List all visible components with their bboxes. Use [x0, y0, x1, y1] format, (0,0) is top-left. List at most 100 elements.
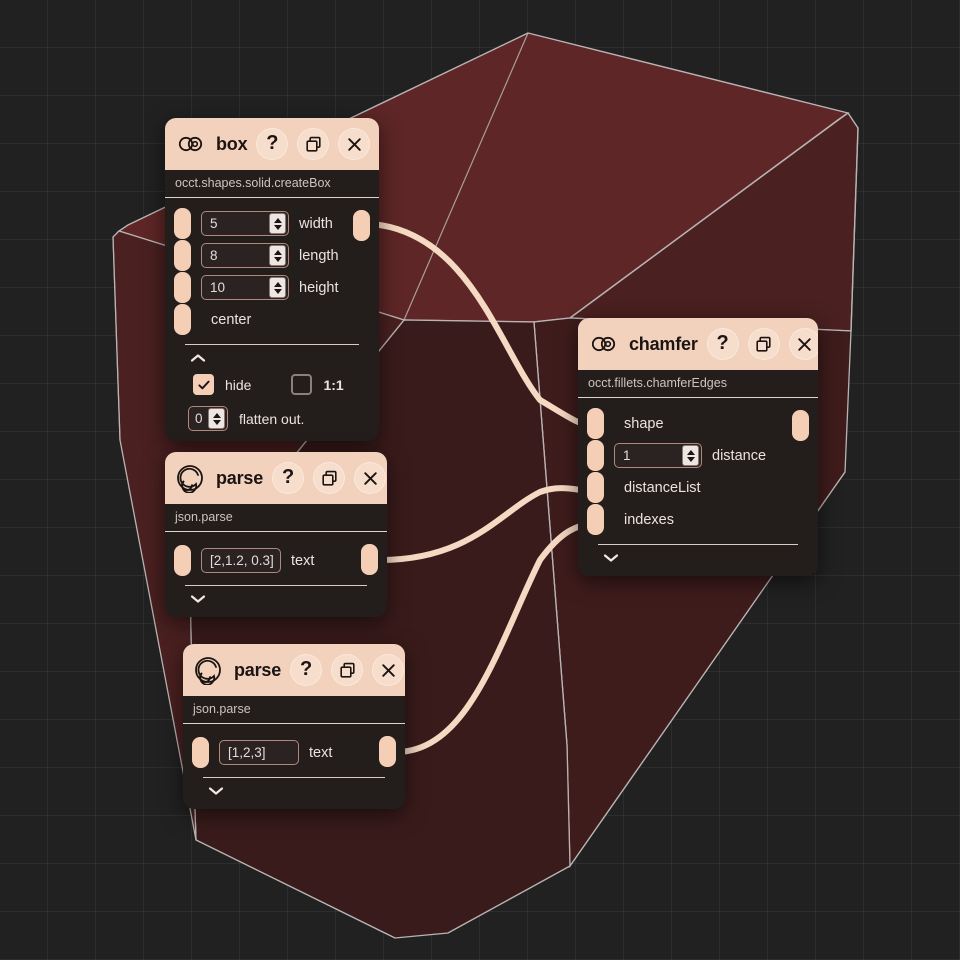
divider	[185, 585, 367, 586]
node-parse-1-subtitle: json.parse	[165, 504, 387, 532]
shape-label: shape	[624, 415, 664, 432]
param-row-distancelist: distanceList	[578, 472, 818, 503]
node-editor-canvas[interactable]: box ? occt.shapes.solid.createBox 5 widt…	[0, 0, 960, 960]
width-value: 5	[210, 216, 218, 231]
socket-in-text[interactable]	[192, 737, 209, 768]
node-box-header[interactable]: box ?	[165, 118, 379, 170]
flatten-label: flatten out.	[239, 410, 305, 427]
copy-icon	[339, 662, 355, 678]
socket-out-box[interactable]	[353, 210, 370, 241]
socket-in-center[interactable]	[174, 304, 191, 335]
copy-icon	[321, 470, 337, 486]
height-stepper[interactable]	[269, 277, 286, 298]
close-icon	[798, 337, 811, 351]
flatten-input[interactable]: 0	[188, 406, 228, 431]
collapse-toggle-parse-1[interactable]	[165, 590, 387, 609]
node-parse-2-header[interactable]: parse ?	[183, 644, 405, 696]
flatten-row: 0 flatten out.	[165, 401, 379, 433]
chevron-down-icon	[190, 595, 206, 603]
height-value: 10	[210, 280, 226, 295]
width-label: width	[299, 215, 333, 232]
node-parse-1-header[interactable]: parse ?	[165, 452, 387, 504]
options-row: hide 1:1	[165, 368, 379, 401]
socket-in-shape[interactable]	[587, 408, 604, 439]
node-parse-2-title: parse	[234, 659, 282, 680]
height-input[interactable]: 10	[201, 275, 289, 300]
collapse-toggle-box[interactable]	[165, 349, 379, 368]
socket-in-indexes[interactable]	[587, 504, 604, 535]
close-button[interactable]	[372, 654, 405, 686]
node-box-subtitle: occt.shapes.solid.createBox	[165, 170, 379, 198]
socket-in-width[interactable]	[174, 208, 191, 239]
text-label: text	[291, 552, 315, 569]
param-row-shape: shape	[578, 408, 818, 439]
json-spiral-icon	[175, 463, 205, 493]
hide-checkbox[interactable]	[193, 374, 214, 395]
node-chamfer-subtitle: occt.fillets.chamferEdges	[578, 370, 818, 398]
node-parse-1[interactable]: parse ? json.parse [2,1.2, 0.3] text	[165, 452, 387, 617]
text-input[interactable]: [2,1.2, 0.3]	[201, 548, 281, 573]
distancelist-label: distanceList	[624, 479, 701, 496]
copy-button[interactable]	[313, 462, 346, 494]
help-button[interactable]: ?	[256, 128, 289, 160]
help-button[interactable]: ?	[290, 654, 323, 686]
distance-stepper[interactable]	[682, 445, 699, 466]
help-button[interactable]: ?	[706, 328, 739, 360]
node-parse-1-body: [2,1.2, 0.3] text	[165, 532, 387, 617]
divider	[598, 544, 798, 545]
node-box-body: 5 width 8 length 10 height center hide 1…	[165, 198, 379, 441]
center-label: center	[211, 311, 252, 328]
length-stepper[interactable]	[269, 245, 286, 266]
help-button[interactable]: ?	[272, 462, 305, 494]
distance-label: distance	[712, 447, 767, 464]
hide-label: hide	[225, 376, 252, 393]
width-input[interactable]: 5	[201, 211, 289, 236]
node-parse-1-title: parse	[216, 467, 264, 488]
ratio-label: 1:1	[323, 376, 344, 393]
flatten-value: 0	[195, 411, 203, 426]
node-chamfer-body: shape 1 distance distanceList indexes	[578, 398, 818, 576]
text-input[interactable]: [1,2,3]	[219, 740, 299, 765]
socket-in-distance[interactable]	[587, 440, 604, 471]
copy-button[interactable]	[747, 328, 780, 360]
divider	[203, 777, 385, 778]
bitbybit-link-icon	[588, 329, 618, 359]
socket-in-text[interactable]	[174, 545, 191, 576]
width-stepper[interactable]	[269, 213, 286, 234]
node-box-title: box	[216, 133, 248, 154]
close-button[interactable]	[354, 462, 387, 494]
close-icon	[363, 471, 377, 485]
param-row-text: [1,2,3] text	[183, 737, 405, 768]
param-row-height: 10 height	[165, 272, 379, 303]
collapse-toggle-chamfer[interactable]	[578, 549, 818, 568]
solid-chamfer-band-right	[567, 112, 859, 332]
socket-out-parse-1[interactable]	[361, 544, 378, 575]
node-chamfer[interactable]: chamfer ? occt.fillets.chamferEdges shap…	[578, 318, 818, 576]
flatten-stepper[interactable]	[208, 408, 225, 429]
check-icon	[197, 380, 210, 389]
copy-button[interactable]	[297, 128, 330, 160]
copy-button[interactable]	[331, 654, 364, 686]
distance-input[interactable]: 1	[614, 443, 702, 468]
socket-in-height[interactable]	[174, 272, 191, 303]
node-chamfer-header[interactable]: chamfer ?	[578, 318, 818, 370]
close-button[interactable]	[338, 128, 371, 160]
close-button[interactable]	[788, 328, 818, 360]
distance-value: 1	[623, 448, 631, 463]
wire-parse2-to-chamfer-indexes	[393, 521, 595, 755]
length-input[interactable]: 8	[201, 243, 289, 268]
text-value: [2,1.2, 0.3]	[210, 553, 274, 568]
collapse-toggle-parse-2[interactable]	[183, 782, 405, 801]
node-parse-2-body: [1,2,3] text	[183, 724, 405, 809]
chevron-down-icon	[208, 787, 224, 795]
length-label: length	[299, 247, 339, 264]
node-parse-2[interactable]: parse ? json.parse [1,2,3] text	[183, 644, 405, 809]
node-box[interactable]: box ? occt.shapes.solid.createBox 5 widt…	[165, 118, 379, 441]
socket-out-chamfer[interactable]	[792, 410, 809, 441]
socket-in-length[interactable]	[174, 240, 191, 271]
param-row-indexes: indexes	[578, 504, 818, 535]
socket-out-parse-2[interactable]	[379, 736, 396, 767]
param-row-width: 5 width	[165, 208, 379, 239]
ratio-checkbox[interactable]	[291, 374, 313, 395]
socket-in-distancelist[interactable]	[587, 472, 604, 503]
